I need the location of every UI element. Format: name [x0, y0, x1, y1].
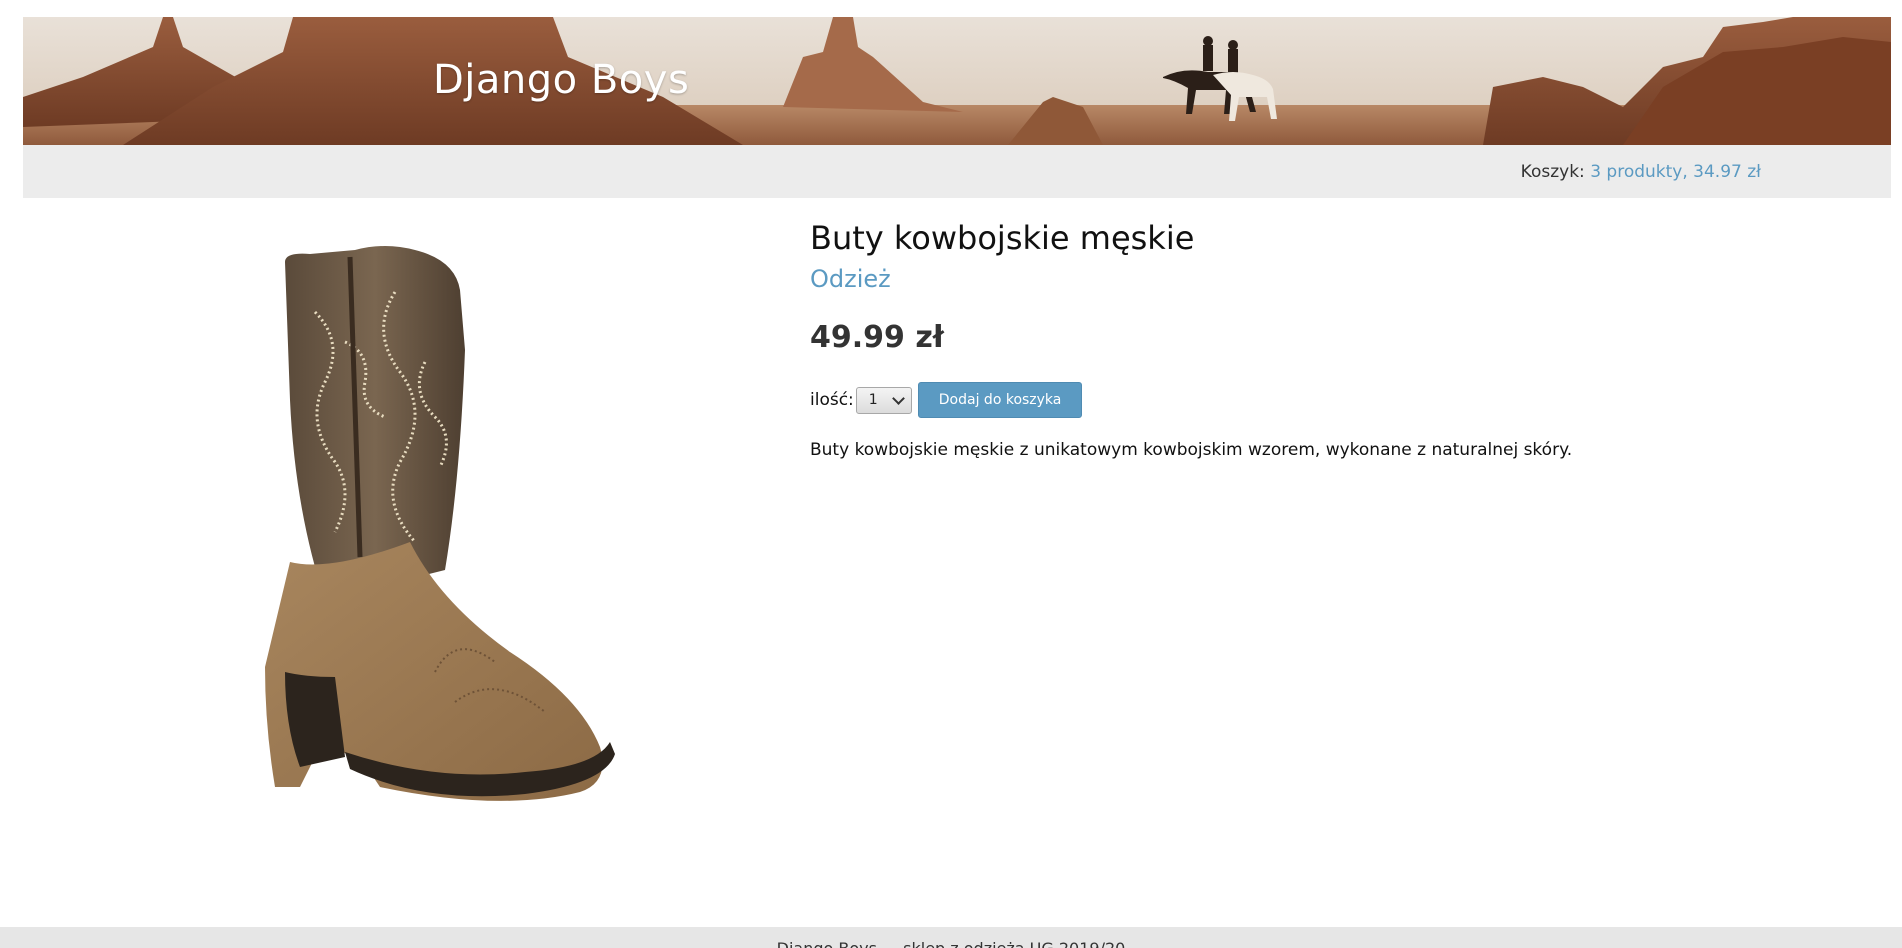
cart-summary: Koszyk: 3 produkty, 34.97 zł [1521, 162, 1761, 182]
footer-text: Django Boys — sklep z odzieżą UG 2019/20 [0, 939, 1902, 948]
cart-summary-link[interactable]: 3 produkty, 34.97 zł [1590, 162, 1761, 182]
site-title[interactable]: Django Boys [433, 57, 689, 103]
cowboy-boot-icon [265, 246, 615, 801]
quantity-select[interactable]: 1 [855, 386, 912, 414]
desert-landscape-banner-image [23, 17, 1891, 145]
chevron-down-icon [891, 391, 905, 405]
cart-bar: Koszyk: 3 produkty, 34.97 zł [23, 145, 1891, 198]
quantity-select-value: 1 [868, 392, 878, 408]
product-description: Buty kowbojskie męskie z unikatowym kowb… [810, 440, 1573, 460]
product-category-link[interactable]: Odzież [810, 264, 891, 294]
add-to-cart-form: ilość: 1 Dodaj do koszyka [810, 382, 1810, 418]
product-title: Buty kowbojskie męskie [810, 219, 1195, 257]
product-details: Buty kowbojskie męskie Odzież 49.99 zł i… [810, 218, 1810, 479]
add-to-cart-button[interactable]: Dodaj do koszyka [917, 382, 1083, 418]
site-banner: Django Boys [23, 17, 1891, 145]
product-price: 49.99 zł [810, 320, 944, 355]
quantity-label: ilość: [810, 390, 854, 410]
site-footer: Django Boys — sklep z odzieżą UG 2019/20 [0, 927, 1902, 948]
product-image [255, 232, 725, 872]
cart-label: Koszyk: [1520, 162, 1585, 182]
